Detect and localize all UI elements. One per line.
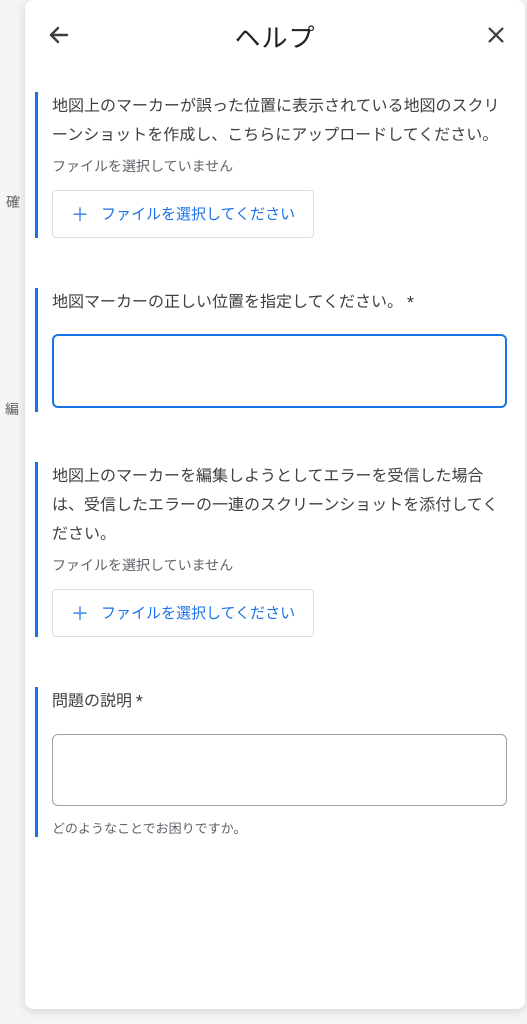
- plus-icon: ＋: [71, 600, 89, 626]
- choose-file-button[interactable]: ＋ ファイルを選択してください: [52, 589, 314, 637]
- modal-header: ヘルプ: [25, 0, 525, 72]
- close-icon: [485, 24, 507, 49]
- helper-text: どのようなことでお困りですか。: [52, 818, 507, 837]
- no-file-label: ファイルを選択していません: [52, 555, 507, 575]
- help-modal: ヘルプ 地図上のマーカーが誤った位置に表示されている地図のスクリーンショットを作…: [25, 0, 525, 1009]
- issue-description-input[interactable]: [52, 734, 507, 806]
- correct-location-section: 地図マーカーの正しい位置を指定してください。 *: [35, 288, 507, 413]
- no-file-label: ファイルを選択していません: [52, 156, 507, 176]
- section-prompt: 問題の説明 *: [52, 687, 507, 716]
- close-button[interactable]: [479, 18, 513, 55]
- issue-description-section: 問題の説明 * どのようなことでお困りですか。: [35, 687, 507, 837]
- upload-screenshot-section: 地図上のマーカーが誤った位置に表示されている地図のスクリーンショットを作成し、こ…: [35, 92, 507, 238]
- plus-icon: ＋: [71, 201, 89, 227]
- section-prompt: 地図上のマーカーを編集しようとしてエラーを受信した場合は、受信したエラーの一連の…: [52, 462, 507, 548]
- back-button[interactable]: [41, 17, 77, 56]
- background-text: 編: [5, 399, 19, 419]
- background-text: 確: [6, 192, 20, 212]
- arrow-left-icon: [47, 23, 71, 50]
- choose-file-label: ファイルを選択してください: [101, 602, 295, 623]
- choose-file-label: ファイルを選択してください: [101, 203, 295, 224]
- section-prompt: 地図マーカーの正しい位置を指定してください。 *: [52, 288, 507, 317]
- modal-body: 地図上のマーカーが誤った位置に表示されている地図のスクリーンショットを作成し、こ…: [25, 72, 525, 1009]
- correct-location-input[interactable]: [52, 334, 507, 408]
- section-prompt: 地図上のマーカーが誤った位置に表示されている地図のスクリーンショットを作成し、こ…: [52, 92, 507, 150]
- choose-file-button[interactable]: ＋ ファイルを選択してください: [52, 190, 314, 238]
- error-screenshot-section: 地図上のマーカーを編集しようとしてエラーを受信した場合は、受信したエラーの一連の…: [35, 462, 507, 636]
- modal-title: ヘルプ: [234, 18, 315, 55]
